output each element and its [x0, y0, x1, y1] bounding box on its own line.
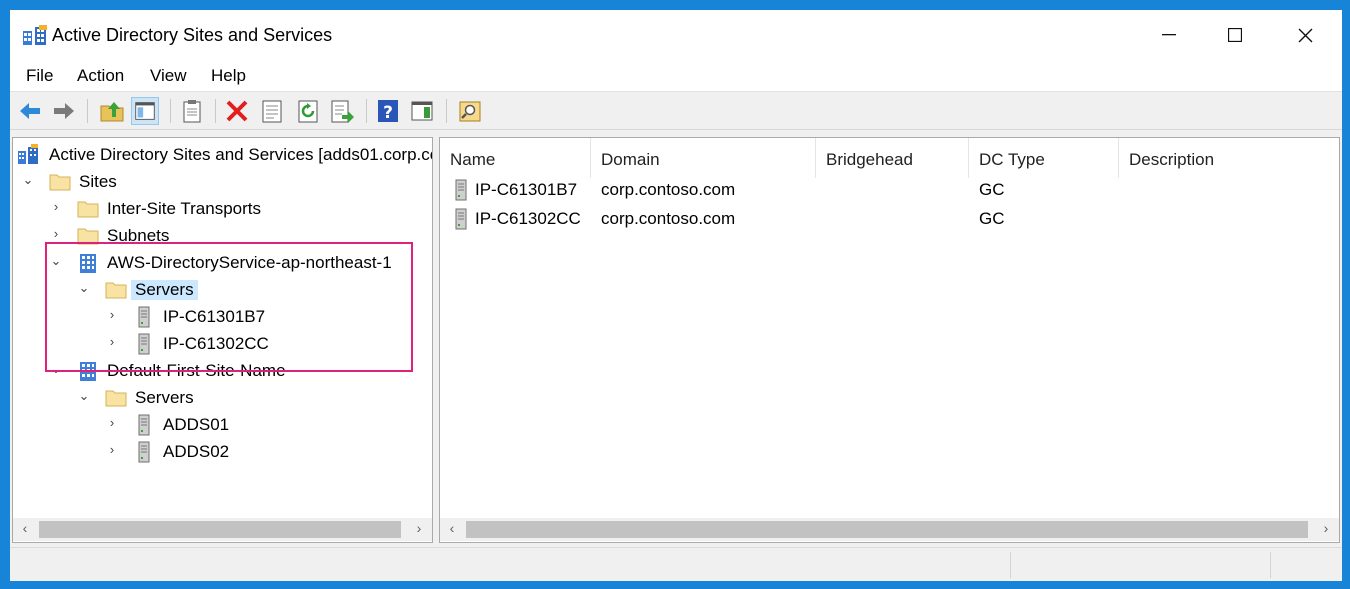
menu-file[interactable]: File: [26, 66, 53, 86]
column-header-dc-type[interactable]: DC Type: [969, 138, 1119, 178]
server-icon: [455, 208, 467, 230]
sites-and-services-icon: [18, 144, 38, 164]
chevron-right-icon[interactable]: ›: [105, 415, 119, 430]
help-icon[interactable]: ?: [374, 97, 402, 125]
status-divider: [1010, 552, 1011, 578]
toolbar: ?: [10, 93, 1342, 130]
chevron-down-icon[interactable]: ⌄: [77, 388, 91, 404]
cell-dc-type: GC: [979, 180, 1005, 199]
minimize-button[interactable]: [1136, 10, 1202, 60]
toolbar-separator: [366, 99, 367, 123]
status-divider: [1270, 552, 1271, 578]
folder-icon: [77, 228, 99, 245]
find-icon[interactable]: [456, 97, 484, 125]
result-list-pane: Name Domain Bridgehead DC Type Descripti…: [439, 137, 1340, 543]
toolbar-separator: [215, 99, 216, 123]
clipboard-icon[interactable]: [178, 97, 206, 125]
title-bar[interactable]: Active Directory Sites and Services: [10, 10, 1342, 60]
tree-label-inter-site-transports: Inter-Site Transports: [107, 199, 262, 218]
site-icon: [80, 362, 96, 381]
chevron-down-icon[interactable]: ⌄: [49, 361, 63, 377]
tree-label-default-server-1: ADDS01: [163, 415, 230, 434]
folder-icon: [49, 174, 71, 191]
chevron-right-icon[interactable]: ›: [49, 226, 63, 241]
server-icon: [138, 333, 150, 355]
tree-root-label: Active Directory Sites and Services [add…: [49, 145, 433, 164]
tree-label-aws-server-2: IP-C61302CC: [163, 334, 269, 353]
column-header-description[interactable]: Description: [1119, 138, 1339, 178]
tree-label-default-site: Default-First-Site-Name: [107, 361, 286, 380]
delete-icon[interactable]: [223, 97, 251, 125]
chevron-right-icon[interactable]: ›: [105, 442, 119, 457]
tree-label-default-servers: Servers: [135, 388, 194, 407]
maximize-button[interactable]: [1202, 10, 1268, 60]
minimize-icon: [1162, 34, 1176, 36]
server-icon: [455, 179, 467, 201]
properties-icon[interactable]: [258, 97, 286, 125]
svg-text:?: ?: [383, 103, 393, 123]
scroll-right-icon[interactable]: ›: [410, 520, 428, 536]
cell-name: IP-C61302CC: [475, 209, 581, 228]
tree-label-subnets: Subnets: [107, 226, 170, 245]
scroll-left-icon[interactable]: ‹: [443, 520, 461, 536]
menu-view[interactable]: View: [150, 66, 187, 86]
show-hide-console-tree-icon[interactable]: [131, 97, 159, 125]
folder-icon: [105, 282, 127, 299]
cell-name: IP-C61301B7: [475, 180, 578, 199]
tree-label-aws-site: AWS-DirectoryService-ap-northeast-1: [107, 253, 392, 272]
site-icon: [80, 254, 96, 273]
cell-domain: corp.contoso.com: [601, 180, 736, 199]
menu-bar: File Action View Help: [10, 60, 1342, 92]
list-horizontal-scrollbar[interactable]: ‹ ›: [440, 518, 1339, 541]
scrollbar-thumb[interactable]: [466, 521, 1308, 538]
tree-label-sites: Sites: [79, 172, 117, 191]
tree-horizontal-scrollbar[interactable]: ‹ ›: [13, 518, 432, 541]
list-row[interactable]: IP-C61301B7 corp.contoso.com GC: [440, 176, 1339, 204]
tree-label-default-server-2: ADDS02: [163, 442, 230, 461]
back-icon[interactable]: [16, 97, 44, 125]
scrollbar-thumb[interactable]: [39, 521, 401, 538]
chevron-down-icon[interactable]: ⌄: [49, 253, 63, 269]
toolbar-separator: [170, 99, 171, 123]
cell-dc-type: GC: [979, 209, 1005, 228]
window-title: Active Directory Sites and Services: [52, 25, 333, 45]
sites-and-services-app-icon: [23, 25, 47, 45]
list-row[interactable]: IP-C61302CC corp.contoso.com GC: [440, 205, 1339, 233]
tree-label-aws-server-1: IP-C61301B7: [163, 307, 266, 326]
chevron-down-icon[interactable]: ⌄: [21, 172, 35, 188]
chevron-down-icon[interactable]: ⌄: [77, 280, 91, 296]
folder-icon: [77, 201, 99, 218]
maximize-icon: [1228, 28, 1242, 42]
console-tree-pane: Active Directory Sites and Services [add…: [12, 137, 433, 543]
menu-help[interactable]: Help: [211, 66, 246, 86]
close-icon: [1298, 28, 1312, 42]
chevron-right-icon[interactable]: ›: [105, 307, 119, 322]
tree-label-aws-servers: Servers: [131, 280, 198, 300]
toolbar-separator: [87, 99, 88, 123]
export-list-icon[interactable]: [328, 97, 356, 125]
chevron-right-icon[interactable]: ›: [105, 334, 119, 349]
close-button[interactable]: [1272, 10, 1338, 60]
server-icon: [138, 306, 150, 328]
status-bar: [10, 547, 1342, 581]
chevron-right-icon[interactable]: ›: [49, 199, 63, 214]
up-folder-icon[interactable]: [98, 97, 126, 125]
column-header-domain[interactable]: Domain: [591, 138, 816, 178]
show-action-pane-icon[interactable]: [408, 97, 436, 125]
server-icon: [138, 414, 150, 436]
toolbar-separator: [446, 99, 447, 123]
refresh-icon[interactable]: [294, 97, 322, 125]
scroll-left-icon[interactable]: ‹: [16, 520, 34, 536]
mmc-window: Active Directory Sites and Services File…: [10, 10, 1342, 581]
menu-action[interactable]: Action: [77, 66, 124, 86]
server-icon: [138, 441, 150, 463]
column-header-name[interactable]: Name: [440, 138, 591, 178]
forward-icon[interactable]: [50, 97, 78, 125]
column-header-bridgehead[interactable]: Bridgehead: [816, 138, 969, 178]
cell-domain: corp.contoso.com: [601, 209, 736, 228]
folder-icon: [105, 390, 127, 407]
scroll-right-icon[interactable]: ›: [1317, 520, 1335, 536]
